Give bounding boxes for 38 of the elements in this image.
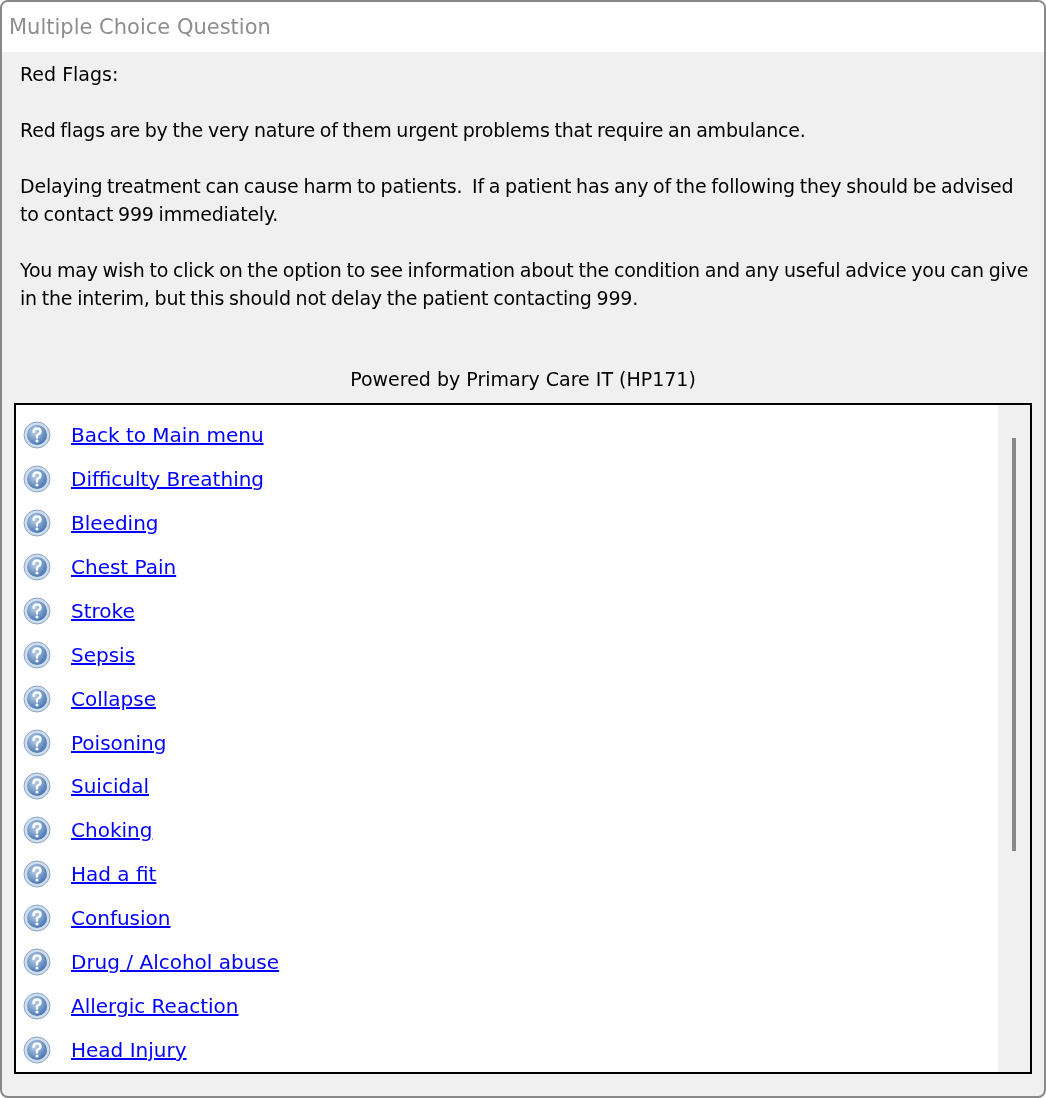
option-link[interactable]: Chest Pain <box>71 554 177 579</box>
help-icon <box>23 464 51 493</box>
help-icon <box>23 860 51 889</box>
help-icon <box>23 728 51 757</box>
help-icon <box>23 992 51 1021</box>
help-icon <box>23 816 51 845</box>
option-link[interactable]: Difficulty Breathing <box>71 466 265 491</box>
powered-by-text: Powered by Primary Care IT (HP171) <box>350 367 696 392</box>
help-icon <box>23 772 51 801</box>
option-link[interactable]: Allergic Reaction <box>71 994 239 1019</box>
option-link[interactable]: Had a fit <box>71 862 157 887</box>
help-icon <box>23 596 51 625</box>
scrollbar-thumb[interactable] <box>1012 438 1016 851</box>
window-title: Multiple Choice Question <box>9 15 271 39</box>
option-link[interactable]: Poisoning <box>71 730 167 755</box>
option-link[interactable]: Confusion <box>71 906 171 931</box>
help-icon <box>23 948 51 977</box>
heading-text: Red Flags: <box>19 62 120 87</box>
help-icon <box>23 420 51 449</box>
help-icon <box>23 904 51 933</box>
help-icon <box>23 684 51 713</box>
option-link[interactable]: Head Injury <box>71 1038 187 1063</box>
option-link[interactable]: Choking <box>71 818 153 843</box>
help-icon <box>23 508 51 537</box>
option-link[interactable]: Back to Main menu <box>71 422 264 447</box>
option-link[interactable]: Collapse <box>71 686 156 711</box>
paragraph: Delaying treatment can cause harm to patients. If a patient has any of the following they should be advised to contact 999 immediately. <box>19 174 1015 227</box>
scrollbar[interactable] <box>998 405 1030 1072</box>
paragraph: Red flags are by the very nature of them urgent problems that require an ambulance. <box>19 118 807 143</box>
option-link[interactable]: Stroke <box>71 598 135 623</box>
paragraph: You may wish to click on the option to see information about the condition and any useful advice you can give in the interim, but this should not delay the patient contacting 999. <box>19 258 1030 311</box>
help-icon <box>23 640 51 669</box>
help-icon <box>23 1036 51 1065</box>
help-icon <box>23 552 51 581</box>
option-link[interactable]: Suicidal <box>71 774 149 799</box>
option-link[interactable]: Bleeding <box>71 510 159 535</box>
option-link[interactable]: Sepsis <box>71 642 136 667</box>
option-link[interactable]: Drug / Alcohol abuse <box>71 950 280 975</box>
